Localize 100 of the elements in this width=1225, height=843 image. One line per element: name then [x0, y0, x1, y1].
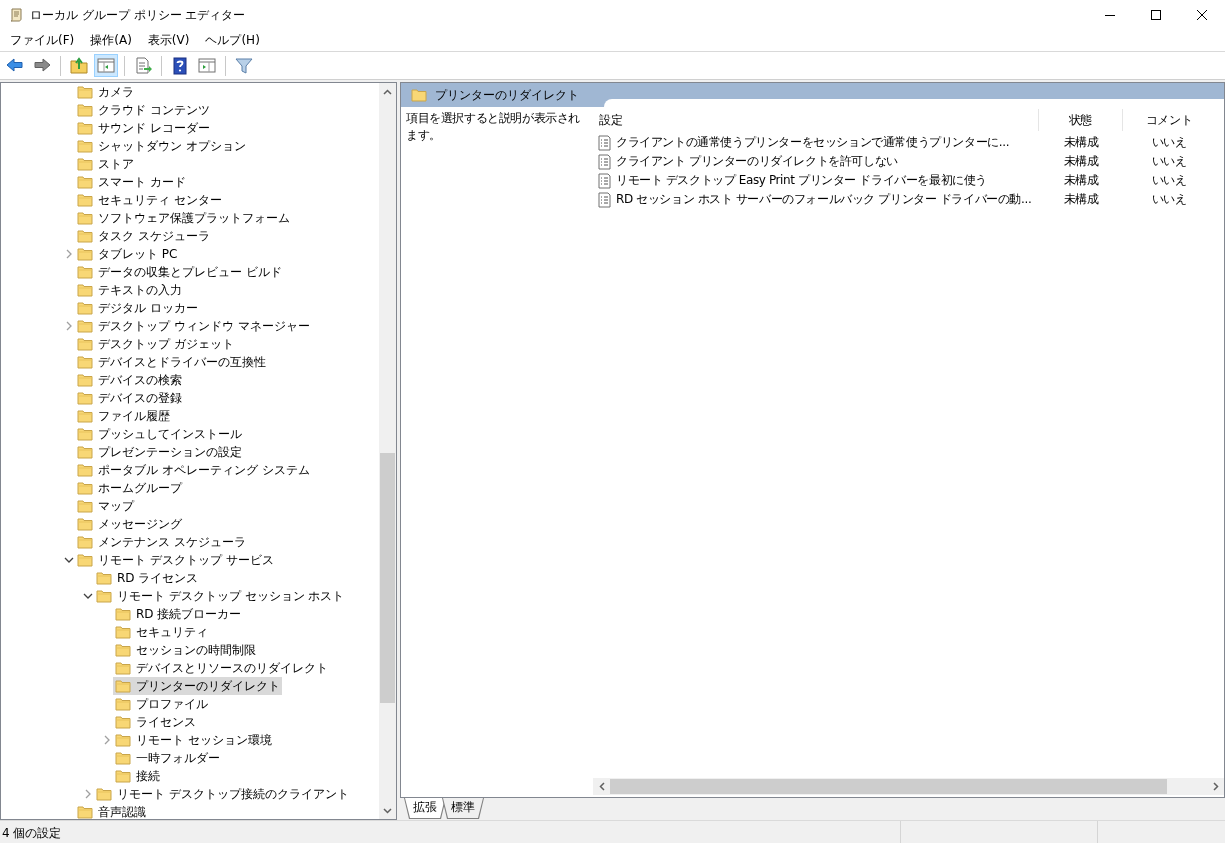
table-cell-text: いいえ	[1150, 134, 1188, 151]
tree-item[interactable]: 一時フォルダー	[113, 749, 222, 767]
policy-name[interactable]: RD セッション ホスト サーバーのフォールバック プリンター ドライバーの動...	[616, 191, 1032, 208]
tree-item[interactable]: データの収集とプレビュー ビルド	[75, 263, 284, 281]
scroll-icon	[8, 7, 24, 23]
folder-icon	[77, 499, 93, 513]
folder-icon	[77, 337, 93, 351]
filter-icon	[234, 55, 254, 76]
folder-icon	[411, 88, 427, 102]
tree-item[interactable]: デバイスの登録	[75, 389, 184, 407]
tree-item[interactable]: リモート デスクトップ接続のクライアント	[94, 785, 351, 803]
folder-icon	[115, 679, 131, 693]
folder-icon	[115, 751, 131, 765]
view-tab[interactable]: 拡張	[405, 798, 445, 818]
column-header[interactable]: コメント	[1123, 109, 1215, 131]
folder-icon	[115, 769, 131, 783]
horizontal-scrollbar[interactable]	[593, 778, 1224, 795]
scroll-left-icon[interactable]	[598, 782, 605, 791]
tree-item[interactable]: プロファイル	[113, 695, 210, 713]
tree-item[interactable]: テキストの入力	[75, 281, 184, 299]
policy-name[interactable]: クライアントの通常使うプリンターをセッションで通常使うプリンターに...	[616, 134, 1010, 151]
policy-document-icon	[597, 191, 612, 208]
description-text: 項目を選択すると説明が表示されます。	[405, 110, 581, 144]
folder-icon	[77, 463, 93, 477]
tree-item[interactable]: RD 接続ブローカー	[113, 605, 244, 623]
tree-item[interactable]: 接続	[113, 767, 162, 785]
status-text: 4 個の設定	[1, 825, 63, 842]
tree-item[interactable]: リモート デスクトップ セッション ホスト	[94, 587, 347, 605]
tree-item[interactable]: デバイスの検索	[75, 371, 184, 389]
column-header[interactable]: 設定	[593, 109, 1039, 131]
folder-icon	[77, 535, 93, 549]
table-cell-text: 未構成	[1062, 191, 1100, 208]
vertical-scrollbar[interactable]	[379, 83, 396, 819]
tree-item[interactable]: プッシュしてインストール	[75, 425, 244, 443]
tree-item[interactable]: デスクトップ ウィンドウ マネージャー	[75, 317, 312, 335]
folder-icon	[77, 301, 93, 315]
window-title: ローカル グループ ポリシー エディター	[30, 6, 247, 24]
folder-icon	[77, 103, 93, 117]
tree-item[interactable]: リモート デスクトップ サービス	[75, 551, 276, 569]
folder-icon	[77, 85, 93, 99]
tree-item[interactable]: セキュリティ	[113, 623, 210, 641]
folder-icon	[77, 517, 93, 531]
tree-item[interactable]: カメラ	[75, 83, 136, 101]
tree-item[interactable]: タスク スケジューラ	[75, 227, 212, 245]
scroll-right-icon[interactable]	[1212, 782, 1219, 791]
folder-icon	[77, 175, 93, 189]
folder-icon	[77, 805, 93, 819]
menu-item[interactable]: ヘルプ(H)	[197, 30, 268, 51]
tree-item[interactable]: デバイスとリソースのリダイレクト	[113, 659, 330, 677]
folder-icon	[115, 697, 131, 711]
folder-icon	[115, 607, 131, 621]
folder-icon	[77, 247, 93, 261]
help-icon	[170, 55, 190, 76]
folder-icon	[77, 373, 93, 387]
tree-item[interactable]: ファイル履歴	[75, 407, 172, 425]
tree-item[interactable]: メッセージング	[75, 515, 184, 533]
menu-item[interactable]: ファイル(F)	[2, 30, 83, 51]
folder-icon	[77, 157, 93, 171]
scroll-down-icon[interactable]	[383, 807, 392, 814]
policy-name[interactable]: クライアント プリンターのリダイレクトを許可しない	[616, 153, 898, 170]
tree-item[interactable]: クラウド コンテンツ	[75, 101, 212, 119]
policy-name[interactable]: リモート デスクトップ Easy Print プリンター ドライバーを最初に使う	[616, 172, 987, 189]
maximize-icon	[1151, 10, 1161, 20]
table-cell-text: いいえ	[1150, 153, 1188, 170]
folder-up-icon	[69, 55, 89, 76]
tree-item[interactable]: ポータブル オペレーティング システム	[75, 461, 312, 479]
table-cell-text: いいえ	[1150, 172, 1188, 189]
folder-icon	[77, 391, 93, 405]
tree-item[interactable]: シャットダウン オプション	[75, 137, 248, 155]
tree-item[interactable]: リモート セッション環境	[113, 731, 274, 749]
tree-item[interactable]: セッションの時間制限	[113, 641, 258, 659]
tree-item[interactable]: セキュリティ センター	[75, 191, 224, 209]
tree-item[interactable]: デスクトップ ガジェット	[75, 335, 236, 353]
tree-item[interactable]: ストア	[75, 155, 136, 173]
folder-icon	[96, 589, 112, 603]
tree-item[interactable]: タブレット PC	[75, 245, 180, 263]
tree-item[interactable]: RD ライセンス	[94, 569, 201, 587]
menu-item[interactable]: 操作(A)	[82, 30, 140, 51]
folder-icon	[77, 229, 93, 243]
view-tab[interactable]: 標準	[443, 798, 483, 818]
menu-item[interactable]: 表示(V)	[139, 30, 198, 51]
scroll-up-icon[interactable]	[383, 88, 392, 95]
tree-item[interactable]: 音声認識	[75, 803, 148, 819]
column-header[interactable]: 状態	[1039, 109, 1123, 131]
tree-item[interactable]: ソフトウェア保護プラットフォーム	[75, 209, 292, 227]
tree-item[interactable]: プレゼンテーションの設定	[75, 443, 244, 461]
folder-icon	[77, 553, 93, 567]
tree-item[interactable]: ホームグループ	[75, 479, 184, 497]
tree-item[interactable]: ライセンス	[113, 713, 198, 731]
pane-toggle-icon	[96, 55, 116, 76]
folder-icon	[96, 787, 112, 801]
tree-item[interactable]: マップ	[75, 497, 136, 515]
folder-icon	[115, 715, 131, 729]
tree-item[interactable]: プリンターのリダイレクト	[113, 677, 282, 695]
tree-item[interactable]: デジタル ロッカー	[75, 299, 200, 317]
tree-item[interactable]: サウンド レコーダー	[75, 119, 212, 137]
tree-item[interactable]: デバイスとドライバーの互換性	[75, 353, 268, 371]
tree-item[interactable]: メンテナンス スケジューラ	[75, 533, 248, 551]
folder-icon	[77, 283, 93, 297]
tree-item[interactable]: スマート カード	[75, 173, 188, 191]
